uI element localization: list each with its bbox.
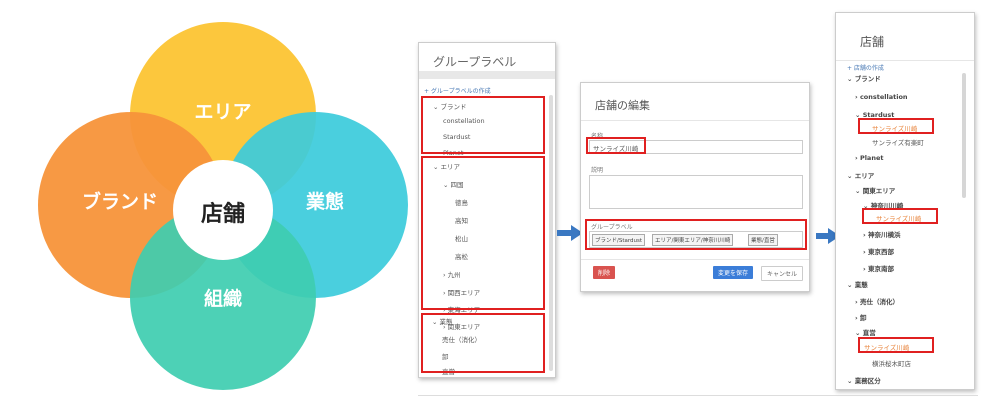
- header-divider: [419, 71, 555, 79]
- scrollbar[interactable]: [962, 73, 966, 198]
- store-row-kanto[interactable]: ⌄ 関東エリア: [855, 185, 895, 195]
- stardust-store-highlight-box: [858, 118, 934, 134]
- cancel-button[interactable]: キャンセル: [761, 266, 804, 281]
- area-highlight-box: [421, 156, 545, 310]
- business-type-highlight-box: [421, 313, 545, 373]
- store-center-label: 店舗: [200, 202, 245, 227]
- store-row-tokyo-west[interactable]: › 東京西部: [863, 246, 894, 256]
- area-store-highlight-box: [862, 208, 938, 224]
- bottom-divider: [418, 395, 978, 396]
- store-row-area[interactable]: ⌄ エリア: [847, 170, 874, 180]
- store-row-constellation[interactable]: › constellation: [855, 93, 908, 101]
- store-edit-title: 店舗の編集: [581, 83, 809, 121]
- name-highlight-box: [586, 137, 646, 154]
- store-row-tokyo-south[interactable]: › 東京南部: [863, 263, 894, 273]
- store-edit-dialog: 店舗の編集 名称 サンライズ川崎 説明 グループラベル ブランド/Stardus…: [580, 82, 810, 292]
- store-row-wholesale[interactable]: › 卸: [855, 312, 866, 322]
- store-row-kanagawa-yokohama[interactable]: › 神奈川横浜: [863, 229, 900, 239]
- store-tree-panel: 店舗 + 店舗の作成 ⌄ ブランド › constellation ⌄ Star…: [835, 12, 975, 390]
- organization-label: 組織: [203, 288, 242, 310]
- create-store-link[interactable]: + 店舗の作成: [847, 63, 884, 72]
- store-row-yokohama-sakuragicho[interactable]: 横浜桜木町店: [872, 358, 911, 368]
- save-button[interactable]: 変更を保存: [713, 266, 754, 279]
- description-textarea[interactable]: [589, 175, 803, 209]
- create-group-label-link[interactable]: + グループラベルの作成: [424, 86, 491, 95]
- scrollbar[interactable]: [549, 95, 553, 371]
- area-label: エリア: [194, 101, 252, 123]
- store-row-consignment[interactable]: › 売仕（消化）: [855, 296, 899, 306]
- business-type-label: 業態: [305, 191, 344, 213]
- store-concept-diagram: エリア ブランド 業態 組織 店舗: [0, 0, 410, 400]
- store-row-planet[interactable]: › Planet: [855, 154, 883, 162]
- brand-highlight-box: [421, 96, 545, 154]
- delete-button[interactable]: 削除: [593, 266, 616, 279]
- footer-divider: [581, 259, 809, 260]
- store-row-business-division[interactable]: ⌄ 業務区分: [847, 375, 881, 385]
- group-label-highlight-box: [585, 219, 807, 250]
- store-row-business-type[interactable]: ⌄ 業態: [847, 279, 868, 289]
- group-label-title: グループラベル: [433, 55, 517, 69]
- store-row-brand[interactable]: ⌄ ブランド: [847, 73, 881, 83]
- direct-store-highlight-box: [858, 337, 934, 353]
- store-title: 店舗: [836, 13, 974, 61]
- store-row-sunrise-yurakucho[interactable]: サンライズ有楽町: [872, 137, 924, 147]
- brand-label: ブランド: [81, 191, 158, 213]
- store-row-direct[interactable]: ⌄ 直営: [855, 327, 876, 337]
- description-label: 説明: [591, 167, 604, 174]
